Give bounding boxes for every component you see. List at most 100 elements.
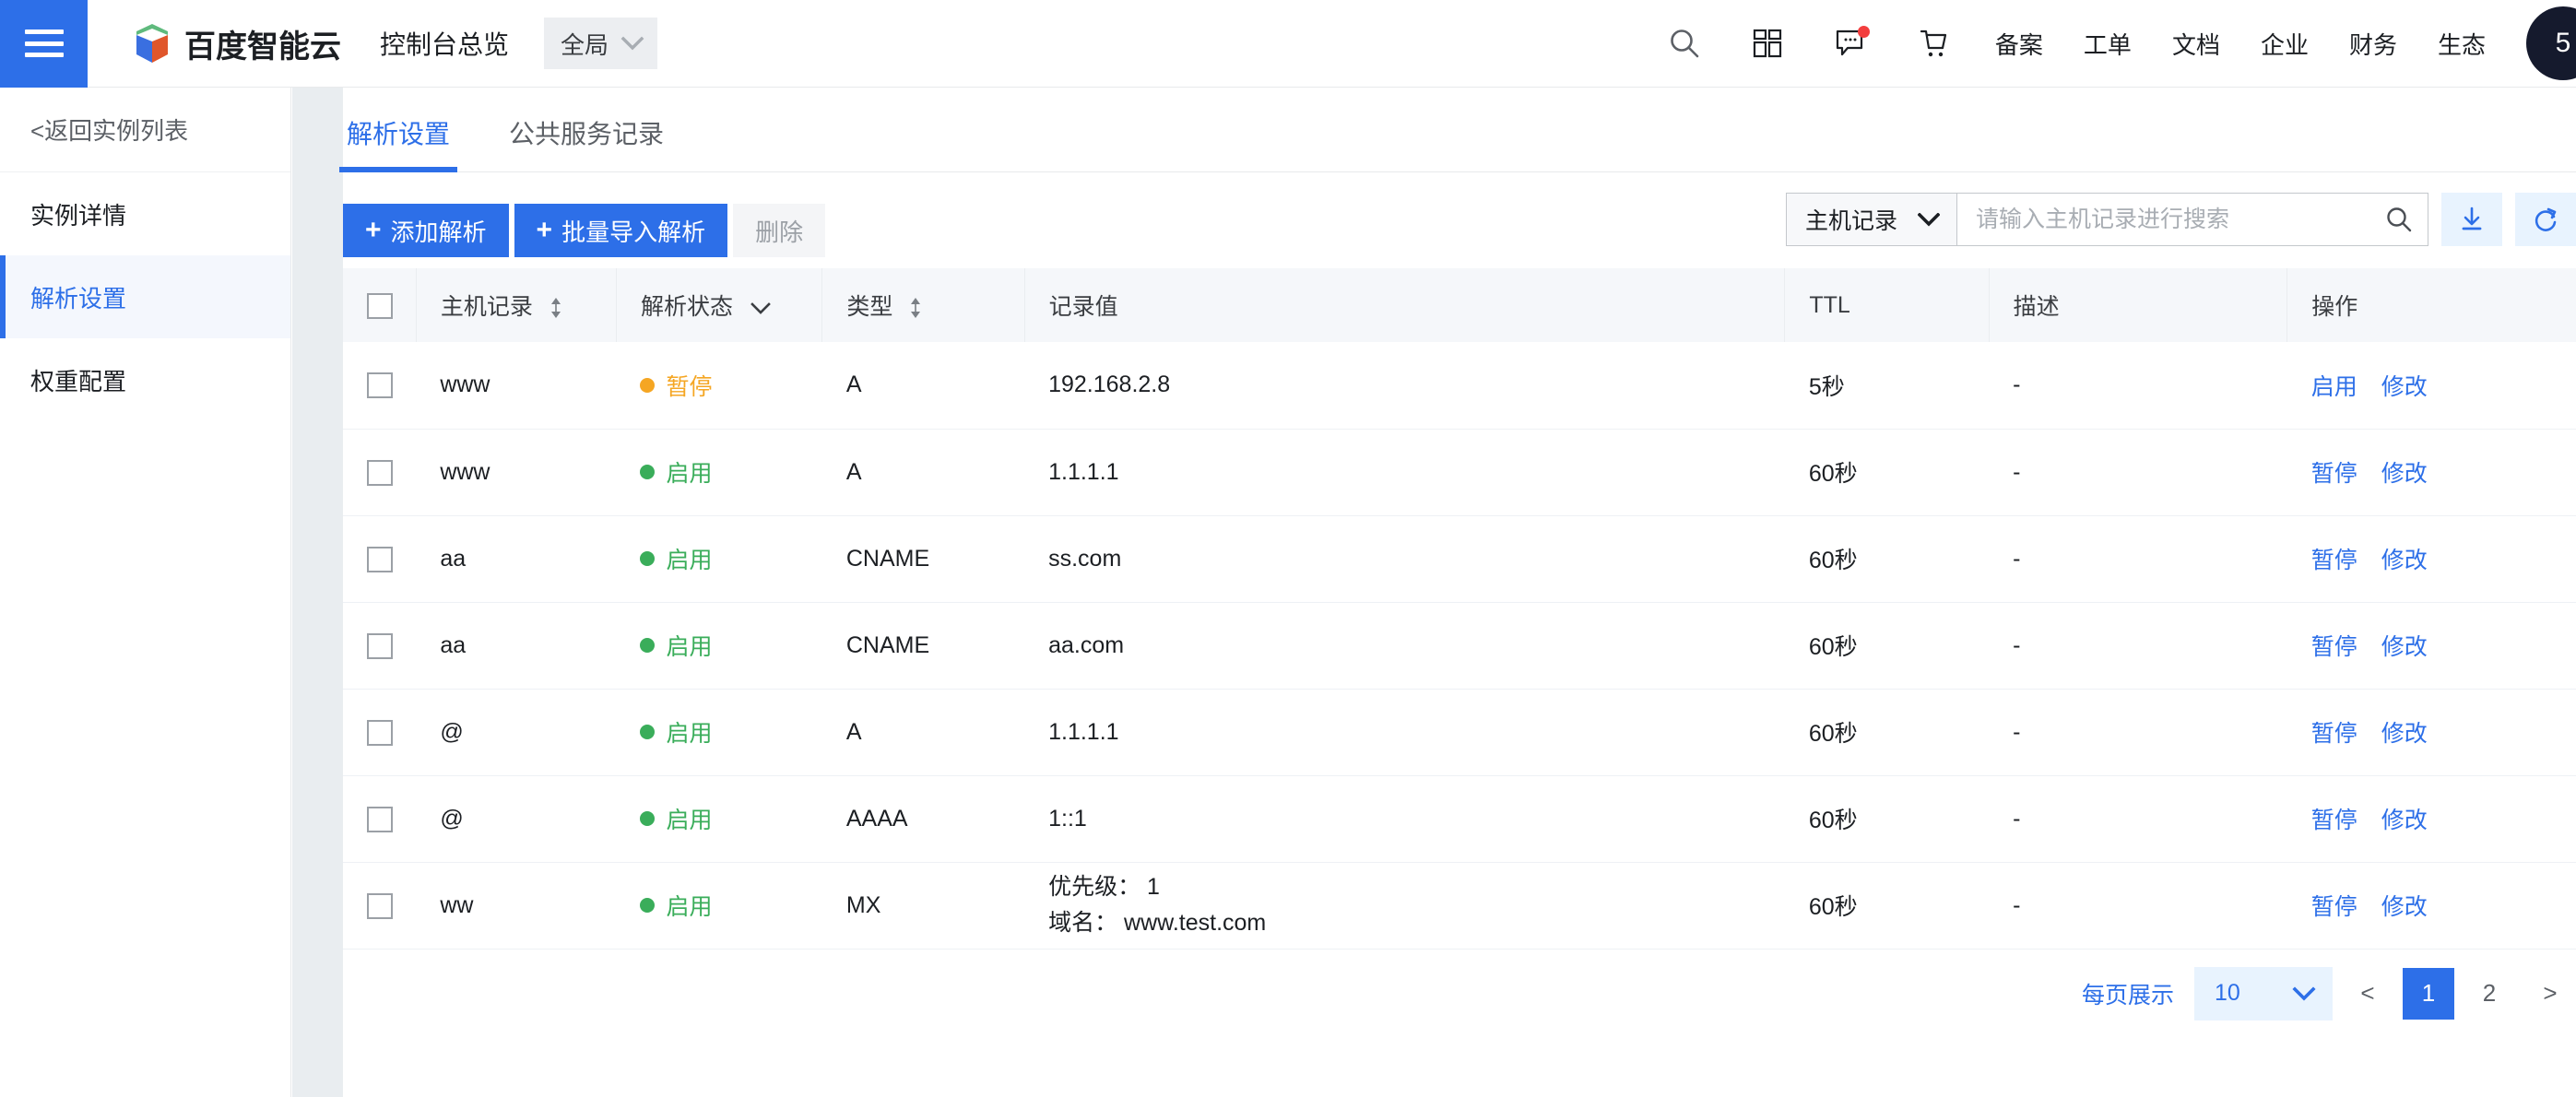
next-page-button[interactable]: > xyxy=(2524,968,2576,1020)
sort-icon[interactable] xyxy=(908,296,923,320)
cell-host: @ xyxy=(416,689,617,776)
row-checkbox[interactable] xyxy=(367,806,393,832)
table-row: www 启用 A 1.1.1.1 60秒 - 暂停 修改 xyxy=(343,429,2576,516)
region-selector-label: 全局 xyxy=(561,30,609,59)
cell-operations: 暂停 修改 xyxy=(2286,602,2576,690)
cell-state: 启用 xyxy=(616,775,822,863)
cart-icon xyxy=(1919,28,1948,59)
row-select-cell xyxy=(343,689,417,776)
page-size-selector[interactable]: 10 xyxy=(2194,966,2333,1020)
page-button-1[interactable]: 1 xyxy=(2403,967,2454,1020)
batch-import-button[interactable]: + 批量导入解析 xyxy=(514,204,728,257)
search-icon[interactable] xyxy=(2385,206,2413,233)
tab-resolution-settings[interactable]: 解析设置 xyxy=(338,114,458,172)
cell-type: MX xyxy=(821,862,1025,950)
cell-value-priority: 优先级： 1 xyxy=(1048,874,1160,901)
search-icon-button[interactable] xyxy=(1643,0,1726,88)
row-action-toggle[interactable]: 暂停 xyxy=(2311,629,2357,662)
cell-host: ww xyxy=(416,862,617,950)
sidebar-item-instance-detail[interactable]: 实例详情 xyxy=(0,172,290,255)
row-action-edit[interactable]: 修改 xyxy=(2381,629,2428,662)
nav-link-ticket[interactable]: 工单 xyxy=(2063,0,2152,88)
column-ttl: TTL xyxy=(1784,268,1990,342)
status-badge: 暂停 xyxy=(640,369,821,402)
menu-toggle-button[interactable] xyxy=(0,0,88,88)
pagination: 每页展示 10 < 1 2 > xyxy=(343,950,2576,1038)
row-action-edit[interactable]: 修改 xyxy=(2381,802,2428,835)
brand[interactable]: 百度智能云 xyxy=(133,21,341,66)
cell-state: 启用 xyxy=(616,515,822,603)
column-host-record-label: 主机记录 xyxy=(440,294,533,320)
row-action-edit[interactable]: 修改 xyxy=(2381,455,2428,489)
cell-operations: 暂停 修改 xyxy=(2286,689,2576,776)
cell-type: CNAME xyxy=(821,602,1025,690)
row-select-cell xyxy=(343,342,417,430)
nav-link-finance[interactable]: 财务 xyxy=(2329,0,2417,88)
search-field xyxy=(1957,194,2428,245)
row-checkbox[interactable] xyxy=(367,546,393,572)
nav-link-enterprise[interactable]: 企业 xyxy=(2240,0,2329,88)
cell-state: 暂停 xyxy=(616,342,822,430)
tab-public-service-records[interactable]: 公共服务记录 xyxy=(505,114,668,171)
cell-ttl: 60秒 xyxy=(1784,602,1990,690)
row-action-toggle[interactable]: 启用 xyxy=(2311,369,2357,402)
delete-button[interactable]: 删除 xyxy=(733,204,826,257)
search-input[interactable] xyxy=(1976,206,2378,233)
status-dot-icon xyxy=(640,465,656,479)
row-action-edit[interactable]: 修改 xyxy=(2381,369,2428,402)
sort-icon[interactable] xyxy=(549,296,563,320)
cell-ttl: 60秒 xyxy=(1784,429,1990,516)
cart-button[interactable] xyxy=(1892,0,1975,88)
row-action-edit[interactable]: 修改 xyxy=(2381,715,2428,749)
row-action-toggle[interactable]: 暂停 xyxy=(2311,542,2357,575)
table-header-row: 主机记录 解析状态 类型 记录值 TTL 描述 操作 xyxy=(343,268,2576,342)
cell-value: 1.1.1.1 xyxy=(1024,429,1785,516)
prev-page-button[interactable]: < xyxy=(2342,968,2393,1020)
column-resolution-state[interactable]: 解析状态 xyxy=(616,268,823,342)
message-button[interactable] xyxy=(1809,0,1892,88)
nav-link-beian[interactable]: 备案 xyxy=(1975,0,2063,88)
sidebar-item-weight-config[interactable]: 权重配置 xyxy=(0,338,290,421)
cell-host: www xyxy=(416,429,617,516)
cell-value: 192.168.2.8 xyxy=(1024,342,1785,430)
back-to-instance-list-link[interactable]: <返回实例列表 xyxy=(0,88,290,172)
cell-value: 1.1.1.1 xyxy=(1024,689,1785,776)
row-checkbox[interactable] xyxy=(367,372,393,399)
refresh-button[interactable] xyxy=(2515,193,2576,246)
status-label: 启用 xyxy=(666,721,713,747)
cell-value: ss.com xyxy=(1024,515,1785,603)
row-action-toggle[interactable]: 暂停 xyxy=(2311,455,2357,489)
row-checkbox[interactable] xyxy=(367,892,393,919)
cell-ttl: 60秒 xyxy=(1784,689,1990,776)
nav-link-ecosystem[interactable]: 生态 xyxy=(2417,0,2506,88)
cell-type: A xyxy=(821,429,1025,516)
region-selector[interactable]: 全局 xyxy=(544,18,658,69)
row-action-toggle[interactable]: 暂停 xyxy=(2311,802,2357,835)
row-action-toggle[interactable]: 暂停 xyxy=(2311,715,2357,749)
row-action-edit[interactable]: 修改 xyxy=(2381,889,2428,922)
row-checkbox[interactable] xyxy=(367,719,393,746)
column-host-record[interactable]: 主机记录 xyxy=(416,268,617,342)
page-button-2[interactable]: 2 xyxy=(2464,968,2515,1020)
avatar[interactable]: 5 xyxy=(2526,6,2576,80)
row-action-edit[interactable]: 修改 xyxy=(2381,542,2428,575)
column-type[interactable]: 类型 xyxy=(821,268,1025,342)
column-resolution-state-label: 解析状态 xyxy=(640,294,733,320)
sidebar-item-resolution-settings[interactable]: 解析设置 xyxy=(0,255,290,338)
search-category-selector[interactable]: 主机记录 xyxy=(1786,194,1957,245)
chevron-down-icon[interactable] xyxy=(750,298,771,319)
cell-state: 启用 xyxy=(616,429,822,516)
download-button[interactable] xyxy=(2441,193,2502,246)
add-record-button[interactable]: + 添加解析 xyxy=(343,204,509,257)
row-checkbox[interactable] xyxy=(367,632,393,659)
status-badge: 启用 xyxy=(640,802,821,835)
column-description: 描述 xyxy=(1989,268,2288,342)
row-action-toggle[interactable]: 暂停 xyxy=(2311,889,2357,922)
nav-link-docs[interactable]: 文档 xyxy=(2152,0,2240,88)
hamburger-icon xyxy=(24,29,64,57)
row-checkbox[interactable] xyxy=(367,459,393,486)
cell-description: - xyxy=(1989,689,2287,776)
select-all-checkbox[interactable] xyxy=(367,292,393,319)
status-dot-icon xyxy=(640,638,656,653)
apps-grid-button[interactable] xyxy=(1726,0,1809,88)
